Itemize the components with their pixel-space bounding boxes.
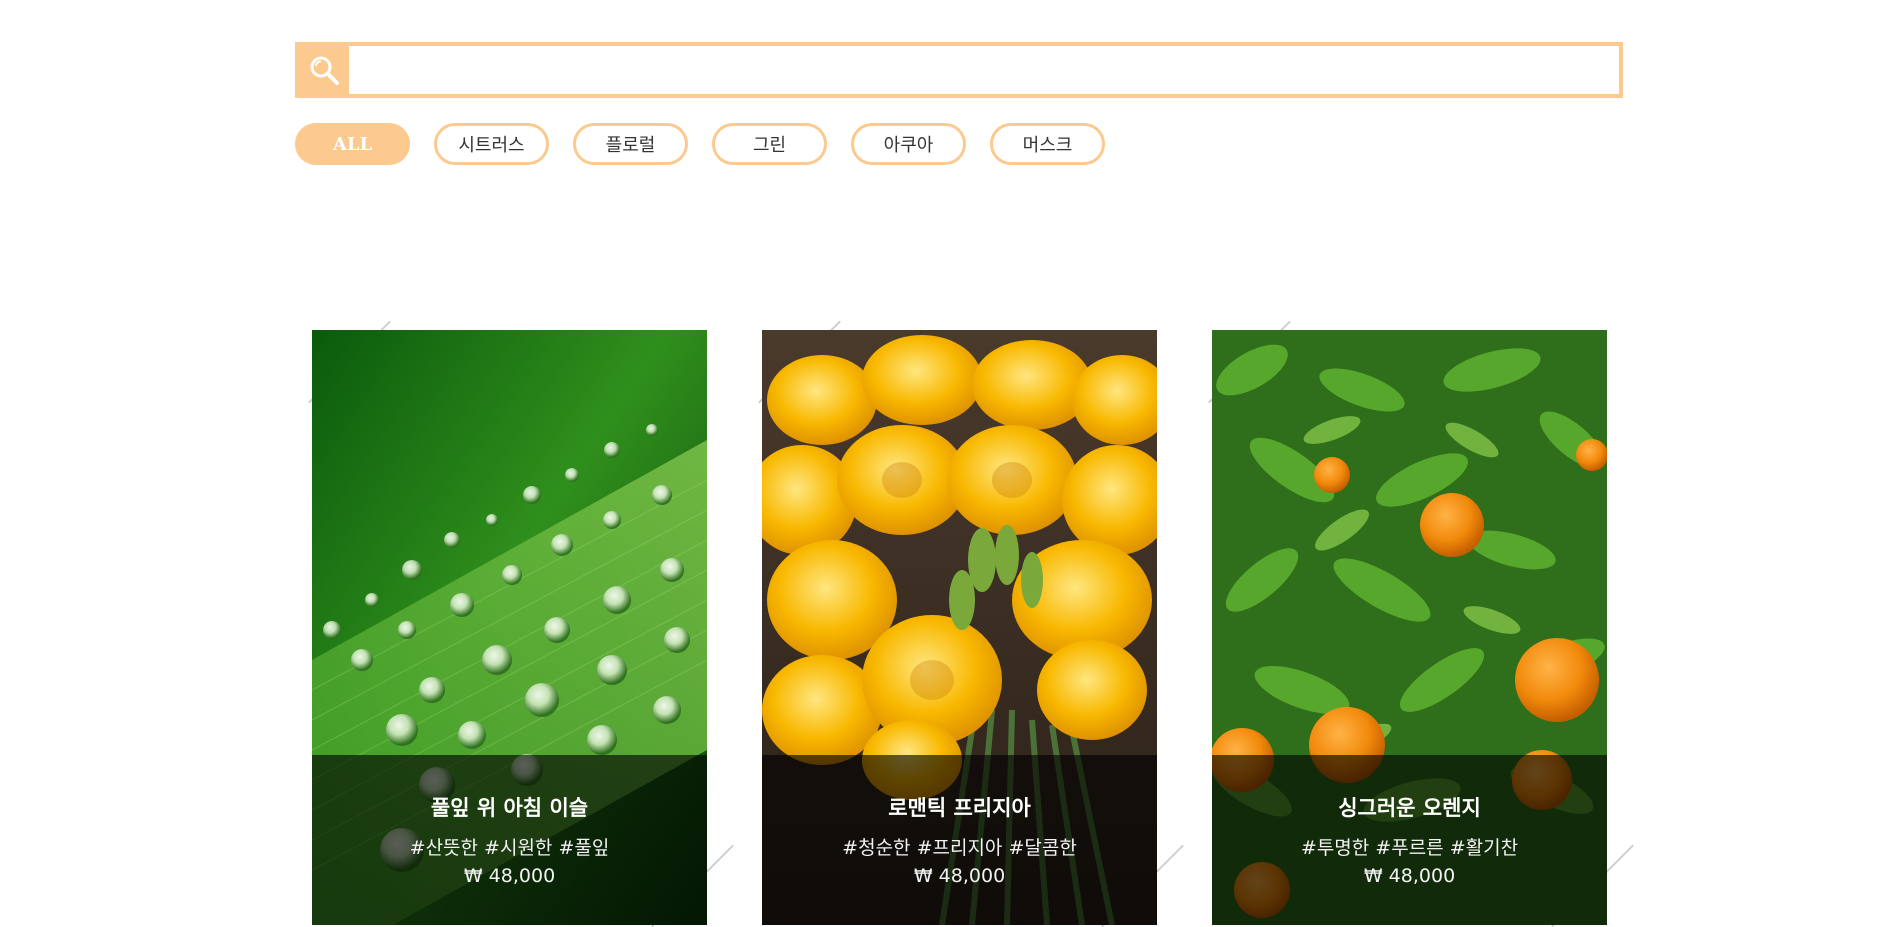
filter-chip-green[interactable]: 그린 xyxy=(712,123,827,165)
product-card[interactable]: 풀잎 위 아침 이슬 #산뜻한 #시원한 #풀잎 ₩ 48,000 xyxy=(312,330,707,925)
product-price: ₩ 48,000 xyxy=(463,865,556,887)
product-title: 싱그러운 오렌지 xyxy=(1338,796,1481,820)
search-button[interactable] xyxy=(299,46,349,94)
filter-chip-musk[interactable]: 머스크 xyxy=(990,123,1105,165)
product-price: ₩ 48,000 xyxy=(1363,865,1456,887)
category-filters: ALL 시트러스 플로럴 그린 아쿠아 머스크 xyxy=(295,123,1105,165)
filter-chip-floral[interactable]: 플로럴 xyxy=(573,123,688,165)
search-bar xyxy=(295,42,1623,98)
product-tags: #산뜻한 #시원한 #풀잎 xyxy=(409,837,610,859)
product-title: 로맨틱 프리지아 xyxy=(888,796,1031,820)
filter-chip-citrus[interactable]: 시트러스 xyxy=(434,123,549,165)
product-title: 풀잎 위 아침 이슬 xyxy=(430,796,589,820)
product-card[interactable]: 싱그러운 오렌지 #투명한 #푸르른 #활기찬 ₩ 48,000 xyxy=(1212,330,1607,925)
product-tags: #청순한 #프리지아 #달콤한 xyxy=(842,837,1077,859)
search-icon xyxy=(310,56,339,85)
product-price: ₩ 48,000 xyxy=(913,865,1006,887)
filter-chip-all[interactable]: ALL xyxy=(295,123,410,165)
search-input[interactable] xyxy=(349,46,1619,94)
filter-chip-aqua[interactable]: 아쿠아 xyxy=(851,123,966,165)
product-card[interactable]: 로맨틱 프리지아 #청순한 #프리지아 #달콤한 ₩ 48,000 xyxy=(762,330,1157,925)
product-tags: #투명한 #푸르른 #활기찬 xyxy=(1300,837,1519,859)
